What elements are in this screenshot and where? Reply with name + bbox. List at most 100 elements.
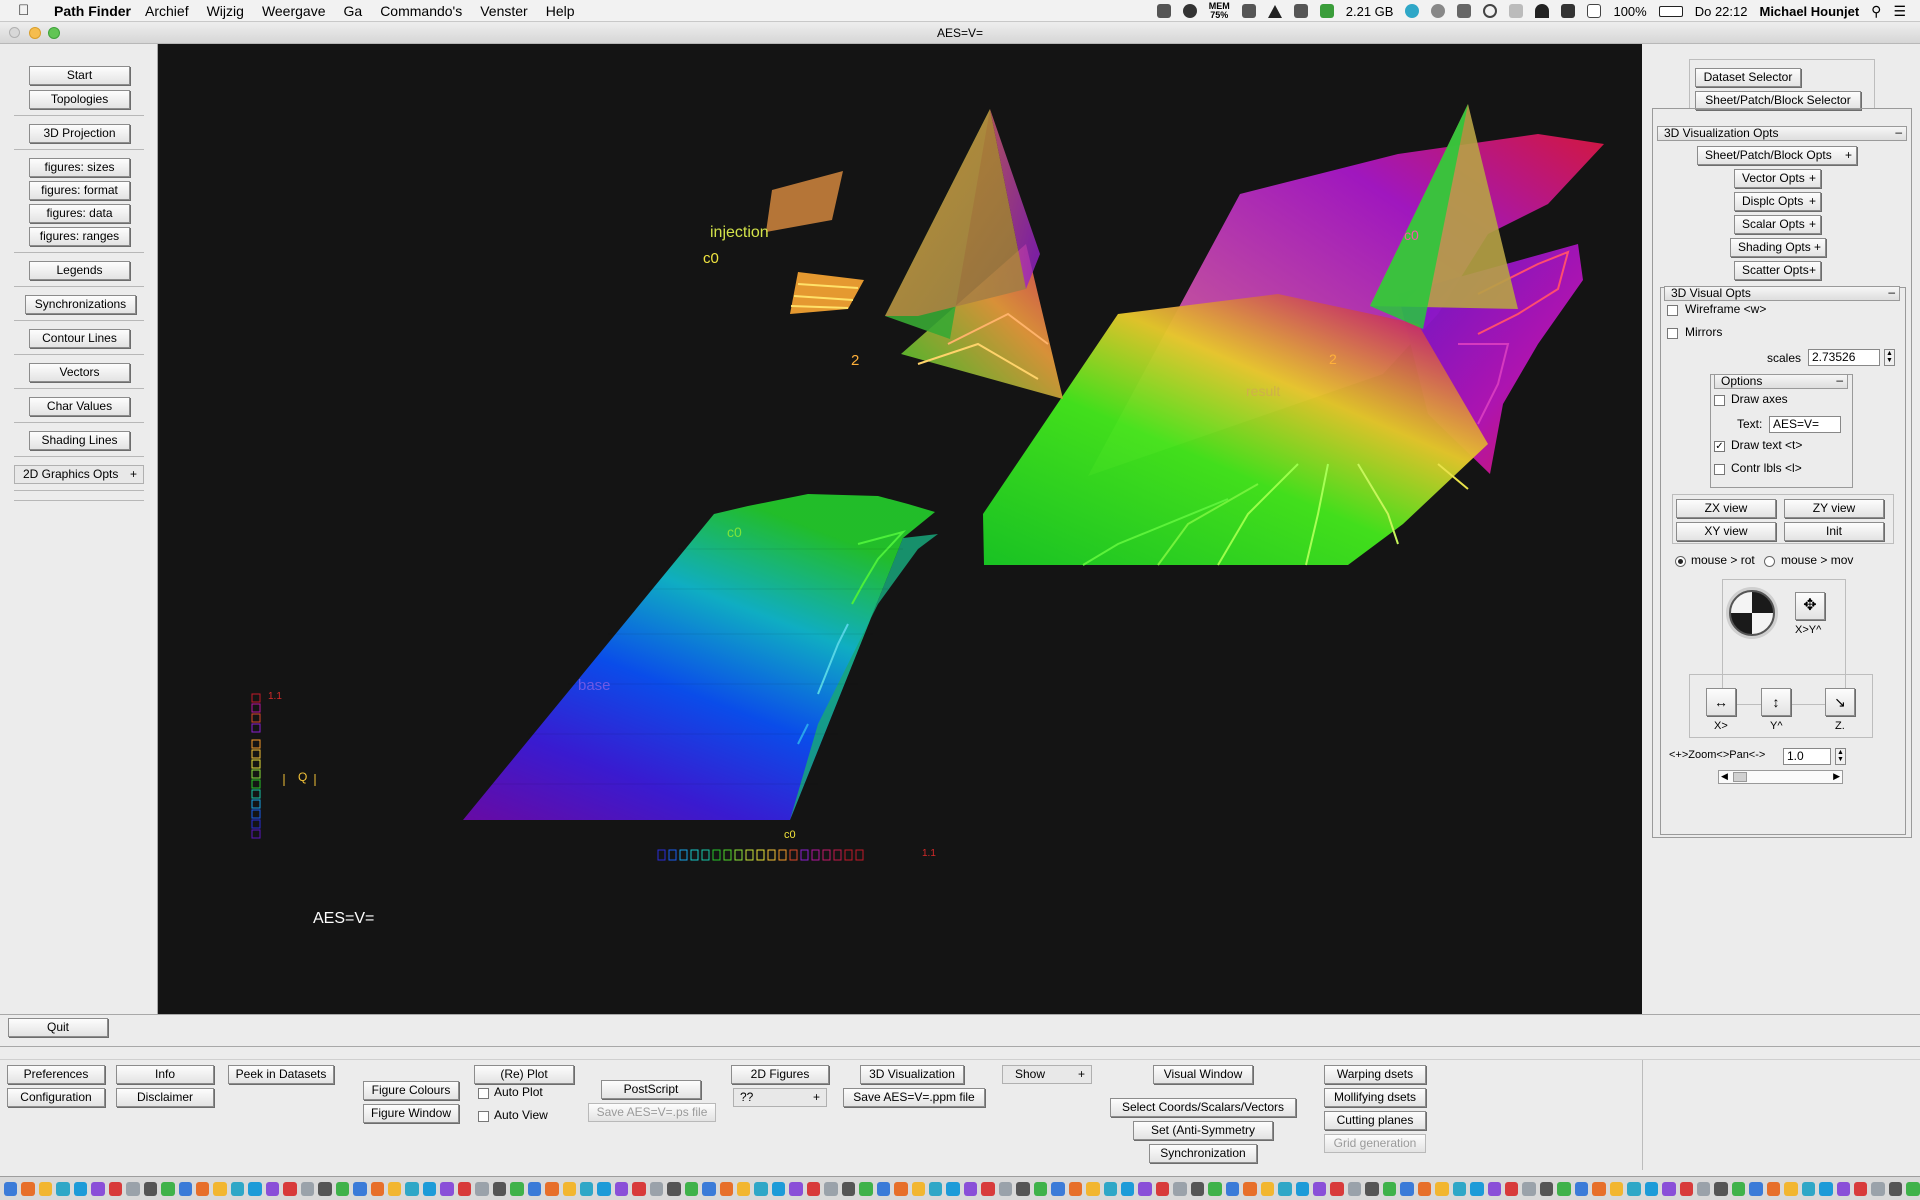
dock-app-icon[interactable] [1312,1181,1327,1196]
scroll-left-icon[interactable]: ◀ [1721,771,1728,782]
dock-app-icon[interactable] [1033,1181,1048,1196]
projection-button[interactable]: 3D Projection [29,124,130,143]
replot-button[interactable]: (Re) Plot [474,1065,574,1084]
dock-app-icon[interactable] [1365,1181,1379,1196]
dock-app-icon[interactable] [1435,1181,1449,1196]
tray-clock[interactable]: Do 22:12 [1695,4,1748,19]
draw-axes-checkbox[interactable] [1714,395,1725,406]
contour-lines-button[interactable]: Contour Lines [29,329,130,348]
dock-app-icon[interactable] [91,1181,105,1196]
dock-app-icon[interactable] [1208,1181,1222,1196]
dock-app-icon[interactable] [719,1181,734,1196]
fig-data-button[interactable]: figures: data [29,204,130,223]
dock-app-icon[interactable] [963,1181,978,1196]
dock-app-icon[interactable] [1278,1181,1292,1196]
tray-bluetooth-icon[interactable] [1509,4,1524,18]
tray-phone-icon[interactable] [1457,4,1472,18]
dock-app-icon[interactable] [1679,1181,1693,1196]
tray-user[interactable]: Michael Hounjet [1759,4,1859,19]
collapse-icon[interactable]: – [1888,286,1895,299]
dock-app-icon[interactable] [1784,1181,1798,1196]
dock-app-icon[interactable] [422,1181,437,1196]
minimize-window-icon[interactable] [29,27,41,39]
dock-app-icon[interactable] [579,1181,594,1196]
dock-app-icon[interactable] [335,1181,350,1196]
cutting-planes-button[interactable]: Cutting planes [1324,1111,1426,1130]
dock-app-icon[interactable] [998,1181,1013,1196]
scroll-right-icon[interactable]: ▶ [1833,771,1840,782]
collapse-icon[interactable]: – [1836,374,1843,387]
dock-app-icon[interactable] [1155,1181,1170,1196]
dock-app-icon[interactable] [387,1181,402,1196]
dock-app-icon[interactable] [1452,1181,1467,1196]
dock-app-icon[interactable] [754,1181,768,1196]
grid-generation-button[interactable]: Grid generation [1324,1134,1426,1153]
trackball-icon[interactable] [1729,590,1775,636]
warping-button[interactable]: Warping dsets [1324,1065,1426,1084]
dock-app-icon[interactable] [1504,1181,1519,1196]
dock-app-icon[interactable] [1871,1181,1885,1196]
topologies-button[interactable]: Topologies [29,90,130,109]
qq-dropdown[interactable]: ?? + [733,1088,827,1107]
tray-flag-icon[interactable] [1319,4,1334,18]
start-button[interactable]: Start [29,66,130,85]
dock-app-icon[interactable] [1400,1181,1414,1196]
dock-app-icon[interactable] [1627,1181,1641,1196]
dataset-selector-button[interactable]: Dataset Selector [1695,68,1801,87]
dock-app-icon[interactable] [1854,1181,1868,1196]
menu-ga[interactable]: Ga [344,3,363,19]
zx-view-button[interactable]: ZX view [1676,499,1776,518]
vectors-button[interactable]: Vectors [29,363,130,382]
figure-colours-button[interactable]: Figure Colours [363,1081,459,1100]
char-values-button[interactable]: Char Values [29,397,130,416]
dock-app-icon[interactable] [492,1181,507,1196]
dock-app-icon[interactable] [649,1181,664,1196]
dock-app-icon[interactable] [248,1181,262,1196]
dock-app-icon[interactable] [1714,1181,1728,1196]
scales-input[interactable]: 2.73526 [1808,349,1880,366]
menu-help[interactable]: Help [546,3,575,19]
dock-app-icon[interactable] [1522,1181,1536,1196]
dock-app-icon[interactable] [1644,1181,1659,1196]
dock-app-icon[interactable] [1574,1181,1589,1196]
configuration-button[interactable]: Configuration [7,1088,105,1107]
dock-app-icon[interactable] [1417,1181,1432,1196]
tray-wifi-icon[interactable] [1535,4,1550,18]
dock-app-icon[interactable] [1801,1181,1816,1196]
viz-opts-header[interactable]: 3D Visualization Opts – [1657,126,1907,141]
figure-window-button[interactable]: Figure Window [363,1104,459,1123]
scales-stepper[interactable]: ▲ ▼ [1884,349,1895,366]
dock-app-icon[interactable] [1766,1181,1781,1196]
dock-app-icon[interactable] [1662,1181,1676,1196]
dock-app-icon[interactable] [1906,1181,1920,1196]
x-move-button[interactable]: ↔ [1706,688,1736,716]
dock-app-icon[interactable] [1836,1181,1851,1196]
dock-app-icon[interactable] [1819,1181,1833,1196]
z-move-button[interactable]: ↘ [1825,688,1855,716]
dock-app-icon[interactable] [562,1181,576,1196]
dock-app-icon[interactable] [1731,1181,1746,1196]
apple-icon[interactable]:  [18,2,38,19]
dock-app-icon[interactable] [1016,1181,1030,1196]
dock-app-icon[interactable] [1330,1181,1344,1196]
dock-app-icon[interactable] [545,1181,559,1196]
dock-app-icon[interactable] [667,1181,681,1196]
mouse-mov-radio[interactable] [1764,556,1775,567]
fig-format-button[interactable]: figures: format [29,181,130,200]
scroll-thumb[interactable] [1733,772,1747,782]
displ-opts-button[interactable]: Displc Opts + [1734,192,1821,211]
menu-commandos[interactable]: Commando's [380,3,462,19]
disclaimer-button[interactable]: Disclaimer [116,1088,214,1107]
peek-button[interactable]: Peek in Datasets [228,1065,334,1084]
tray-battery-icon[interactable] [1658,5,1683,17]
menu-wijzig[interactable]: Wijzig [207,3,244,19]
dock-app-icon[interactable] [806,1181,821,1196]
dock-app-icon[interactable] [1382,1181,1397,1196]
dock-app-icon[interactable] [876,1181,891,1196]
dock-app-icon[interactable] [56,1181,70,1196]
synchronization-button[interactable]: Synchronization [1149,1144,1257,1163]
tray-sync-icon[interactable] [1405,4,1420,18]
dock-app-icon[interactable] [4,1181,18,1196]
y-move-button[interactable]: ↕ [1761,688,1791,716]
dock-app-icon[interactable] [1347,1181,1362,1196]
